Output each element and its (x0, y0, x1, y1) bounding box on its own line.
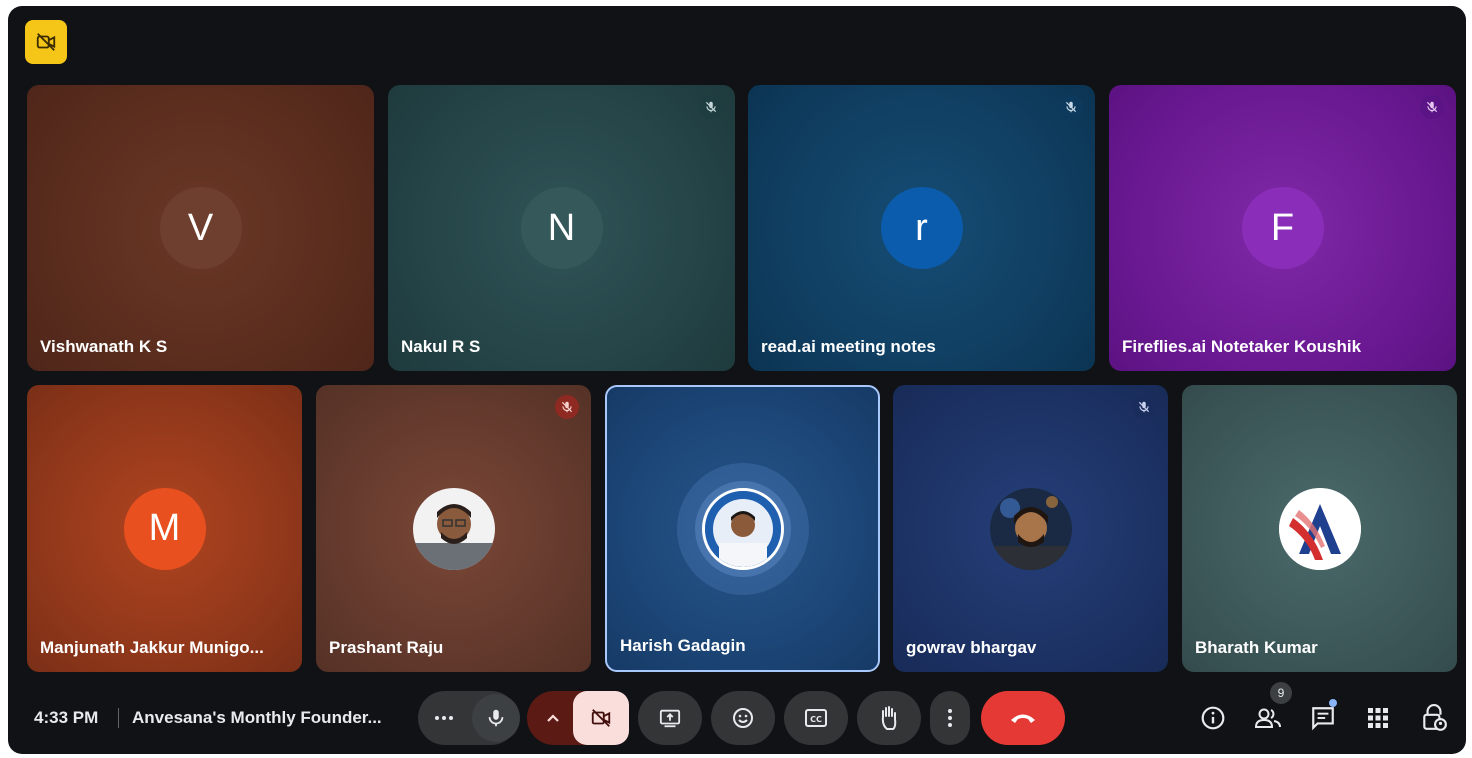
meeting-details-button[interactable] (1198, 703, 1228, 733)
camera-off-icon (36, 33, 56, 51)
microphone-button[interactable] (472, 694, 520, 742)
mic-off-icon (1132, 395, 1156, 419)
participant-tile[interactable]: N Nakul R S (388, 85, 735, 371)
more-horiz-icon (435, 716, 453, 720)
participant-tile[interactable]: Bharath Kumar (1182, 385, 1457, 672)
video-options-button[interactable] (541, 706, 565, 730)
participant-tile[interactable]: F Fireflies.ai Notetaker Koushik (1109, 85, 1456, 371)
meeting-clock: 4:33 PM (34, 708, 99, 727)
meet-window: V Vishwanath K S N Nakul R S r read.ai m… (8, 6, 1466, 754)
profile-photo (989, 487, 1072, 570)
call-end-icon (1011, 714, 1035, 723)
svg-text:CC: CC (810, 715, 822, 724)
profile-photo (412, 487, 495, 570)
avatar: M (123, 487, 206, 570)
captions-button[interactable]: CC (784, 691, 848, 745)
emoji-icon (733, 708, 753, 728)
hand-icon (881, 706, 897, 730)
leave-call-button[interactable] (981, 691, 1065, 745)
audio-control-group (418, 691, 520, 745)
participant-tile[interactable]: gowrav bhargav (893, 385, 1168, 672)
people-button[interactable] (1253, 703, 1283, 733)
chevron-up-icon (547, 714, 559, 722)
people-count-badge: 9 (1270, 682, 1292, 704)
participant-name: gowrav bhargav (906, 638, 1037, 657)
mic-off-icon (1059, 95, 1083, 119)
profile-photo (701, 487, 784, 570)
camera-off-badge[interactable] (25, 20, 67, 64)
participant-tile[interactable]: Prashant Raju (316, 385, 591, 672)
avatar: N (520, 187, 603, 269)
mic-off-icon (555, 395, 579, 419)
participant-name: Nakul R S (401, 337, 481, 356)
avatar: F (1241, 187, 1324, 269)
chat-icon (1312, 707, 1334, 731)
more-options-button[interactable] (930, 691, 970, 745)
chat-button[interactable] (1308, 703, 1338, 733)
audio-options-button[interactable] (432, 706, 456, 730)
participant-tile[interactable]: r read.ai meeting notes (748, 85, 1095, 371)
mic-off-icon (1420, 95, 1444, 119)
lock-person-icon (1423, 704, 1447, 731)
video-control-group (527, 691, 629, 745)
people-icon (1254, 708, 1281, 728)
info-icon (1201, 706, 1225, 730)
profile-logo (1278, 487, 1361, 570)
participant-name: read.ai meeting notes (761, 337, 936, 356)
avatar: V (159, 187, 242, 269)
mic-icon (488, 709, 504, 727)
avatar: r (880, 187, 963, 269)
participant-name: Prashant Raju (329, 638, 444, 657)
camera-toggle-button[interactable] (573, 691, 629, 745)
meeting-title[interactable]: Anvesana's Monthly Founder... (132, 708, 382, 728)
participant-tile-active-speaker[interactable]: Harish Gadagin (605, 385, 880, 672)
participant-tile[interactable]: M Manjunath Jakkur Munigo... (27, 385, 302, 672)
present-button[interactable] (638, 691, 702, 745)
mic-off-icon (699, 95, 723, 119)
divider (118, 708, 119, 728)
participant-name: Vishwanath K S (40, 337, 168, 356)
closed-captions-icon: CC (805, 709, 827, 727)
reactions-button[interactable] (711, 691, 775, 745)
host-controls-button[interactable] (1419, 703, 1449, 733)
videocam-off-icon (591, 709, 611, 727)
present-to-all-icon (659, 709, 681, 728)
apps-grid-icon (1368, 708, 1388, 728)
activities-button[interactable] (1363, 703, 1393, 733)
participant-name: Bharath Kumar (1195, 638, 1318, 657)
participant-tile[interactable]: V Vishwanath K S (27, 85, 374, 371)
more-vert-icon (948, 709, 952, 727)
participant-name: Manjunath Jakkur Munigo... (40, 638, 264, 657)
participant-name: Fireflies.ai Notetaker Koushik (1122, 337, 1362, 356)
participant-name: Harish Gadagin (620, 636, 746, 655)
raise-hand-button[interactable] (857, 691, 921, 745)
